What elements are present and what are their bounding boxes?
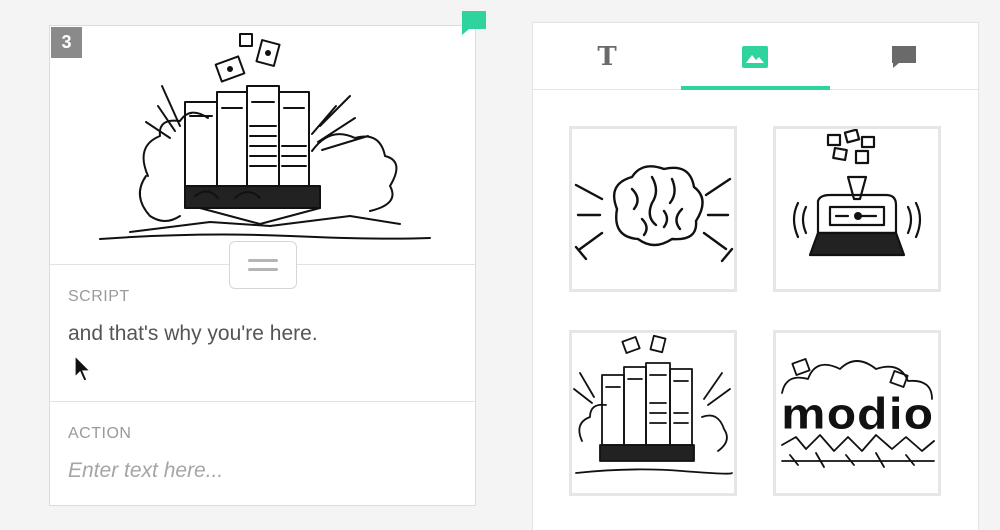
handle-line-bottom bbox=[248, 268, 278, 271]
thumbnail-logo[interactable]: modio bbox=[773, 330, 941, 496]
asset-panel: T modio bbox=[532, 22, 979, 530]
panel-tabs: T bbox=[533, 23, 978, 90]
thumbnail-brain[interactable] bbox=[569, 126, 737, 292]
storyboard-frame-card: 3 SCRIPT and that's why you're here. ACT… bbox=[49, 25, 476, 506]
tab-image[interactable] bbox=[681, 23, 829, 90]
thumbnail-money-machine[interactable] bbox=[773, 126, 941, 292]
script-field[interactable]: and that's why you're here. bbox=[68, 322, 448, 346]
section-divider bbox=[50, 401, 475, 402]
action-field[interactable]: Enter text here... bbox=[68, 459, 448, 483]
frame-number-badge: 3 bbox=[51, 27, 82, 58]
text-t-icon: T bbox=[597, 41, 617, 72]
resize-handle[interactable] bbox=[229, 241, 297, 289]
mouse-cursor-icon bbox=[74, 355, 92, 382]
handle-line-top bbox=[248, 259, 278, 262]
active-tab-indicator bbox=[681, 86, 830, 90]
frame-sketch-image[interactable] bbox=[50, 26, 475, 264]
logo-wordmark: modio bbox=[781, 389, 934, 440]
tab-text[interactable]: T bbox=[533, 23, 681, 90]
tab-comments[interactable] bbox=[830, 23, 978, 90]
image-icon bbox=[742, 45, 768, 68]
script-label: SCRIPT bbox=[68, 288, 130, 305]
comment-icon bbox=[892, 45, 916, 68]
thumbnail-money-vault[interactable] bbox=[569, 330, 737, 496]
comment-flag-icon[interactable] bbox=[461, 10, 487, 36]
action-label: ACTION bbox=[68, 425, 132, 442]
